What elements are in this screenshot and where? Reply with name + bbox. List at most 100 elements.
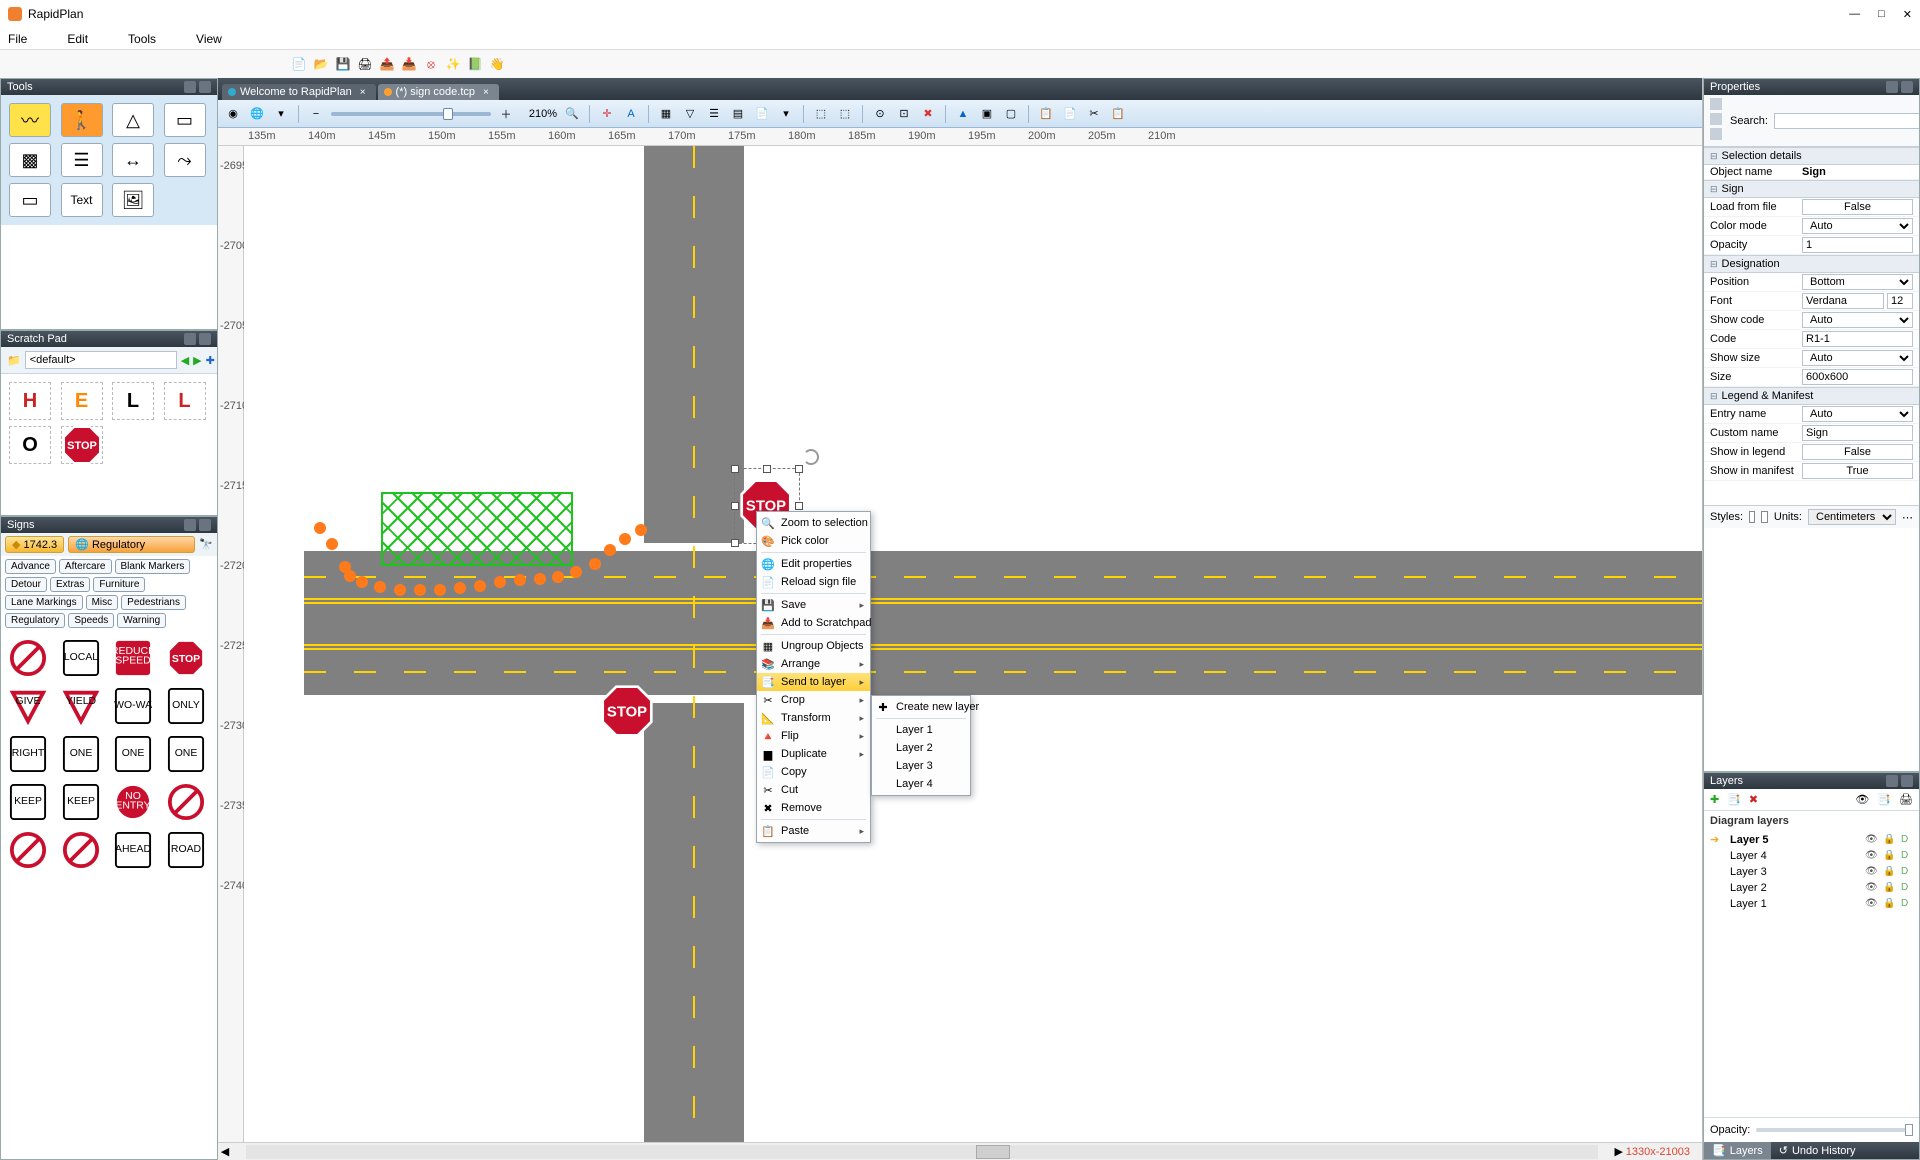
sign-item[interactable]: ONE [112,733,154,775]
layer-row[interactable]: Layer 4👁🔒D [1704,848,1919,864]
style-swatch-icon[interactable] [1761,511,1767,523]
ctx-item[interactable]: 📄Reload sign file [757,573,870,591]
prop-section-hdr[interactable]: Designation [1704,255,1919,273]
ctx-item[interactable]: ▆Duplicate [757,745,870,763]
eye-icon[interactable]: 👁 [1865,834,1877,846]
prop-search-input[interactable] [1774,113,1919,129]
prop-value-select[interactable]: Auto [1802,406,1913,422]
tab-signcode[interactable]: (*) sign code.tcp× [378,84,499,100]
tool-list[interactable]: ☰ [61,143,103,177]
traffic-cone[interactable] [344,570,356,582]
tool-cones[interactable]: △ [112,103,154,137]
minimize-button[interactable]: — [1849,8,1860,21]
signs-category[interactable]: 🌐 Regulatory [68,536,195,553]
eye-icon[interactable]: 👁 [1865,866,1877,878]
sign-tag[interactable]: Extras [50,577,90,592]
cb-center-icon[interactable]: ✛ [598,105,616,123]
traffic-cone[interactable] [434,584,446,596]
print-icon[interactable]: D [1901,834,1913,846]
tool-box[interactable]: ▭ [164,103,206,137]
lock-icon[interactable]: 🔒 [1883,834,1895,846]
tb-new-icon[interactable]: 📄 [290,55,308,73]
ctx-item[interactable]: 🎨Pick color [757,532,870,550]
tb-open-icon[interactable]: 📂 [312,55,330,73]
eye-icon[interactable]: 👁 [1865,882,1877,894]
prop-value-toggle[interactable]: False [1802,444,1913,460]
ctx-item[interactable]: 📚Arrange [757,655,870,673]
ctx-sub-item[interactable]: Layer 4 [872,775,970,793]
scratch-prev-icon[interactable]: ◀ [181,354,189,367]
cb-clip-icon[interactable]: 📋 [1109,105,1127,123]
units-more-icon[interactable]: ⋯ [1902,511,1913,524]
prop-section-hdr[interactable]: Legend & Manifest [1704,387,1919,405]
cb-group-icon[interactable]: ⬚ [812,105,830,123]
traffic-cone[interactable] [534,573,546,585]
tool-text[interactable]: Text [61,183,103,217]
sign-item[interactable]: YIELD [60,685,102,727]
traffic-cone[interactable] [356,576,368,588]
cb-cut-icon[interactable]: ✂ [1085,105,1103,123]
sign-item[interactable]: RIGHT [7,733,49,775]
scratch-item[interactable]: H [9,382,51,420]
sign-item[interactable]: ONE [165,733,207,775]
sign-item[interactable]: ONE [60,733,102,775]
menu-view[interactable]: View [196,32,222,46]
traffic-cone[interactable] [374,581,386,593]
sign-item[interactable]: GIVE [7,685,49,727]
tb-save-icon[interactable]: 💾 [334,55,352,73]
tool-road[interactable]: 〰 [9,103,51,137]
layer-dup-icon[interactable]: 📑 [1727,793,1741,806]
layer-lock-icon[interactable]: 📑 [1877,793,1891,806]
prop-value-input[interactable] [1802,331,1913,347]
menu-file[interactable]: File [8,32,27,46]
tool-rect[interactable]: ▭ [9,183,51,217]
tool-curve[interactable]: ⤳ [164,143,206,177]
print-icon[interactable]: D [1901,866,1913,878]
traffic-cone[interactable] [619,533,631,545]
ctx-item[interactable]: 📑Send to layer [757,673,870,691]
style-swatch-icon[interactable] [1749,511,1755,523]
layer-row[interactable]: Layer 2👁🔒D [1704,880,1919,896]
prop-value-input[interactable] [1802,369,1913,385]
ctx-item[interactable]: 📄Copy [757,763,870,781]
cb-home-icon[interactable]: ◉ [224,105,242,123]
ctx-sub-item[interactable]: ✚Create new layer [872,698,970,716]
print-icon[interactable]: D [1901,850,1913,862]
layer-add-icon[interactable]: ✚ [1710,793,1719,806]
tb-import-icon[interactable]: 📥 [400,55,418,73]
tab-welcome[interactable]: Welcome to RapidPlan× [222,84,376,100]
scratch-item[interactable]: L [112,382,154,420]
layer-del-icon[interactable]: ✖ [1749,793,1758,806]
traffic-cone[interactable] [514,574,526,586]
traffic-cone[interactable] [414,584,426,596]
ctx-item[interactable]: 🔺Flip [757,727,870,745]
prop-value-input[interactable] [1802,425,1913,441]
prop-value-select[interactable]: Auto [1802,350,1913,366]
tab-layers[interactable]: 📑Layers [1704,1142,1771,1159]
ctx-item[interactable]: 🔍Zoom to selection [757,514,870,532]
ctx-item[interactable]: 📥Add to Scratchpad [757,614,870,632]
ctx-sub-item[interactable]: Layer 3 [872,757,970,775]
cb-zoomout-icon[interactable]: − [307,105,325,123]
tb-close-icon[interactable]: ⦻ [422,55,440,73]
prop-fontsize-input[interactable] [1887,293,1913,309]
tab-undo-history[interactable]: ↺Undo History [1771,1142,1864,1159]
canvas[interactable]: STOP STOP 🔍Zoom to selection🎨Pick color🌐… [244,146,1702,1142]
cb-front-icon[interactable]: ▣ [978,105,996,123]
sign-tag[interactable]: Detour [5,577,47,592]
ctx-item[interactable]: ▦Ungroup Objects [757,637,870,655]
tool-hatch[interactable]: ▩ [9,143,51,177]
cb-fit-icon[interactable]: 🔍 [563,105,581,123]
ctx-item[interactable]: ✂Cut [757,781,870,799]
sign-item[interactable] [7,637,49,679]
cb-paste-icon[interactable]: 📄 [1061,105,1079,123]
ctx-item[interactable]: 📐Transform [757,709,870,727]
ctx-sub-item[interactable]: Layer 1 [872,721,970,739]
tb-wand-icon[interactable]: ✨ [444,55,462,73]
layer-vis-icon[interactable]: 👁 [1855,793,1869,806]
h-scrollbar[interactable] [246,1145,1598,1159]
prop-section-hdr[interactable]: Selection details [1704,147,1919,165]
scratch-next-icon[interactable]: ▶ [193,354,201,367]
prop-value-input[interactable] [1802,237,1913,253]
sign-tag[interactable]: Regulatory [5,613,65,628]
